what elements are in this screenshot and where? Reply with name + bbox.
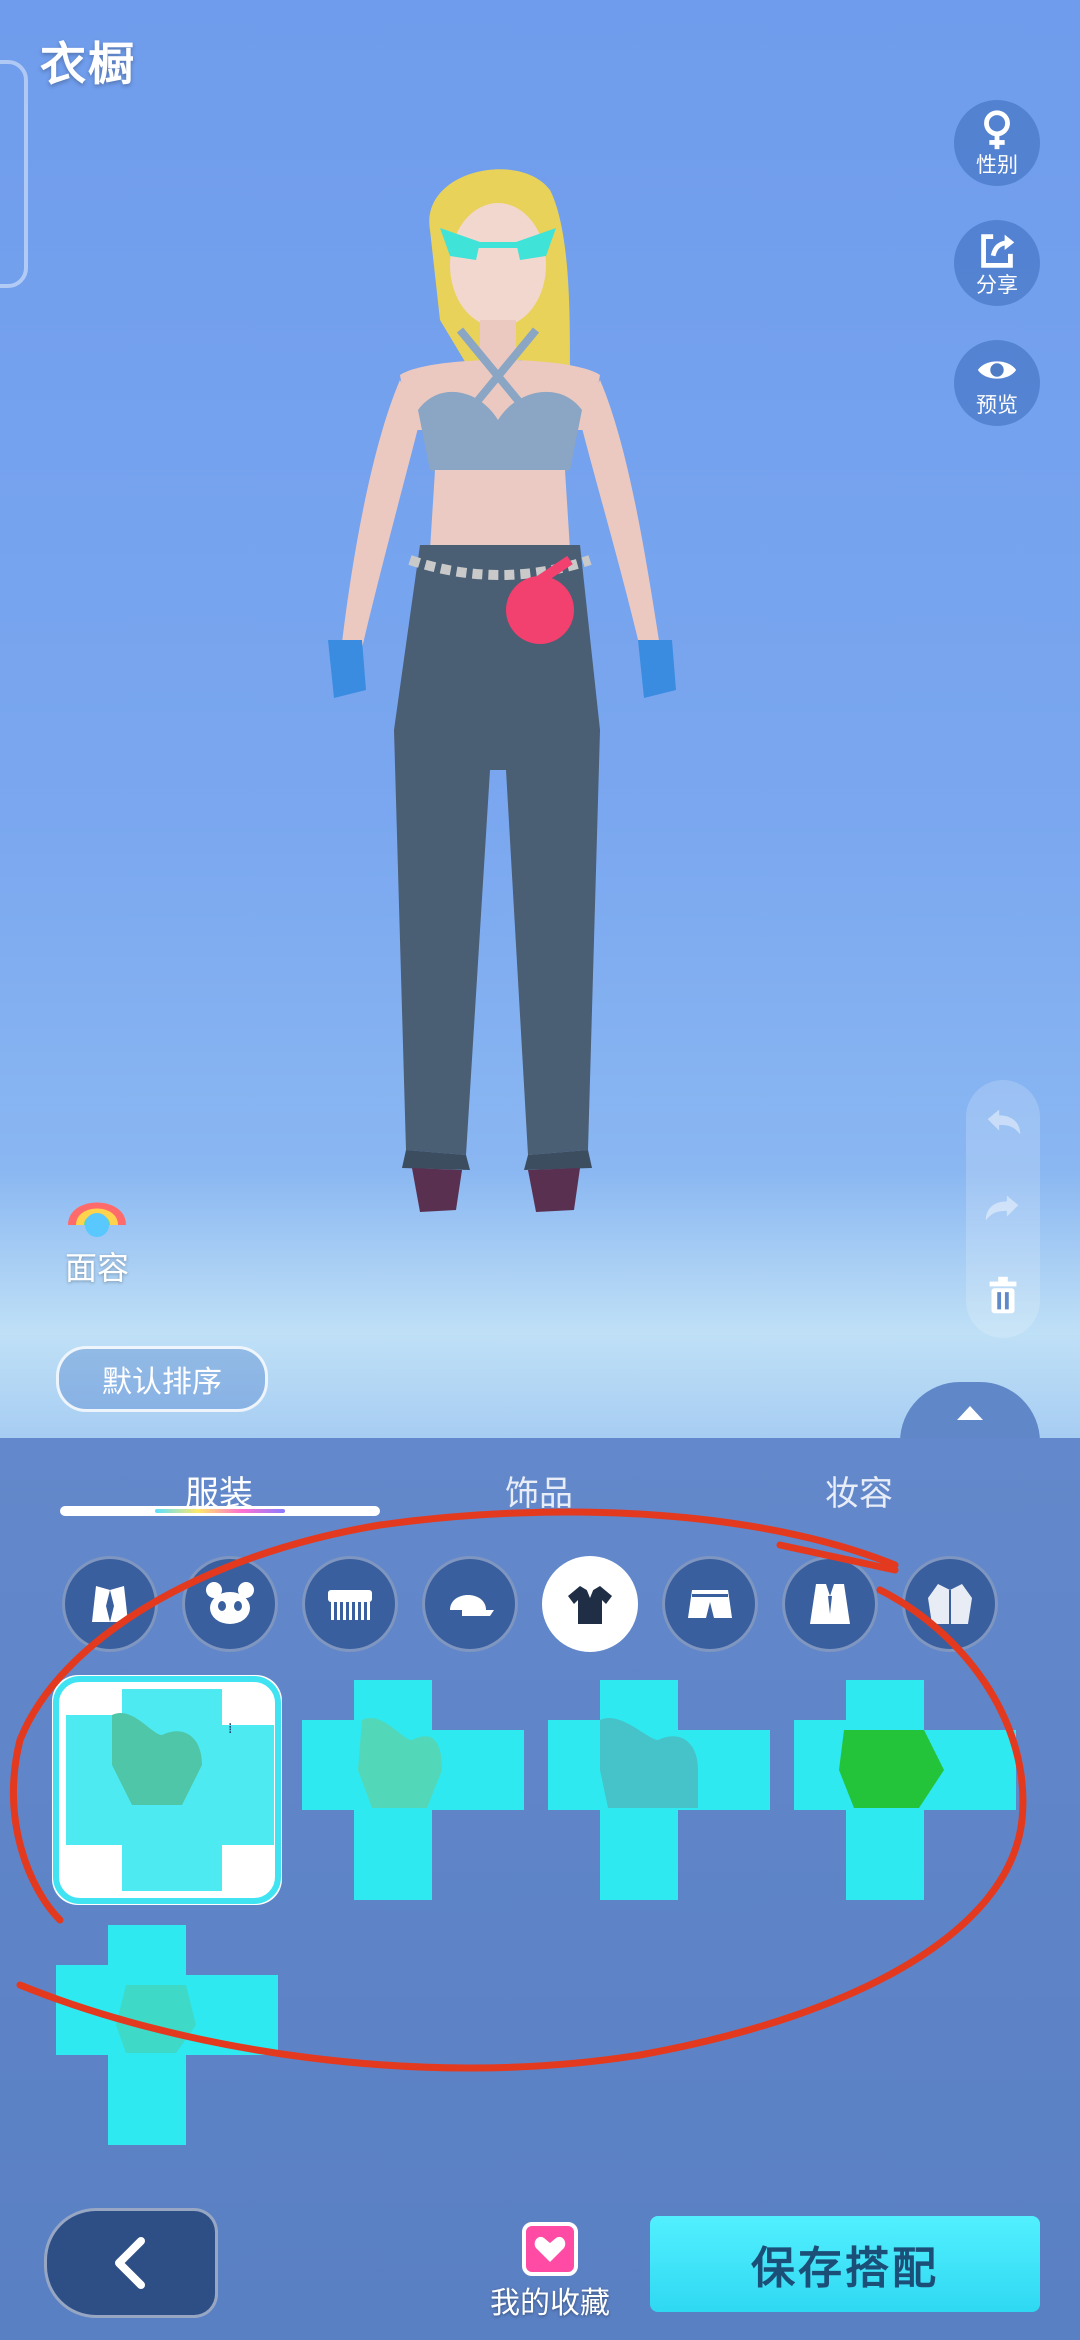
preview-button[interactable]: 预览 xyxy=(954,340,1040,426)
sort-button[interactable]: 默认排序 xyxy=(56,1346,268,1412)
item-thumbnail-placeholder: ⁞ xyxy=(53,1676,281,1904)
category-suit[interactable] xyxy=(62,1556,158,1652)
tab-accessories[interactable]: 饰品 xyxy=(505,1466,573,1515)
active-tab-indicator xyxy=(60,1506,380,1516)
category-bottoms[interactable] xyxy=(662,1556,758,1652)
undo-icon[interactable] xyxy=(980,1100,1026,1146)
save-outfit-button[interactable]: 保存搭配 xyxy=(650,2216,1040,2312)
suit-icon xyxy=(92,1586,128,1622)
face-label: 面容 xyxy=(64,1249,129,1287)
vest-icon xyxy=(810,1584,850,1624)
back-button[interactable] xyxy=(44,2208,218,2318)
face-button[interactable]: 面容 xyxy=(52,1185,142,1289)
heart-bookmark-icon xyxy=(522,2222,578,2276)
item-thumbnail-placeholder xyxy=(302,1680,524,1900)
shorts-icon xyxy=(688,1590,732,1618)
subcategory-bar xyxy=(62,1556,1022,1656)
share-icon xyxy=(981,234,1015,268)
rainbow-face-icon xyxy=(68,1202,126,1237)
collapse-panel-button[interactable] xyxy=(900,1382,1040,1442)
jacket-icon xyxy=(928,1584,972,1624)
category-tabs: 服装 饰品 妆容 xyxy=(0,1466,1080,1526)
share-button[interactable]: 分享 xyxy=(954,220,1040,306)
tab-makeup[interactable]: 妆容 xyxy=(825,1466,893,1515)
wardrobe-item-4[interactable] xyxy=(794,1680,1024,1910)
category-panda[interactable] xyxy=(182,1556,278,1652)
edge-handle[interactable] xyxy=(0,60,28,288)
item-thumbnail-placeholder xyxy=(794,1680,1016,1900)
edit-actions-panel xyxy=(966,1080,1040,1338)
category-outerwear[interactable] xyxy=(902,1556,998,1652)
share-label: 分享 xyxy=(976,273,1018,297)
panda-icon xyxy=(206,1582,254,1624)
eye-icon xyxy=(977,361,1017,379)
female-gender-icon xyxy=(984,110,1010,150)
wardrobe-item-5[interactable] xyxy=(56,1925,286,2155)
gender-label: 性别 xyxy=(976,153,1018,177)
page-title: 衣橱 xyxy=(40,37,136,91)
wardrobe-item-1[interactable]: ⁞ xyxy=(52,1675,282,1905)
preview-label: 预览 xyxy=(976,393,1018,417)
chevron-left-icon xyxy=(115,2237,145,2289)
redo-icon[interactable] xyxy=(980,1186,1026,1232)
item-thumbnail-placeholder xyxy=(56,1925,278,2145)
wardrobe-item-3[interactable] xyxy=(548,1680,778,1910)
favorites-button[interactable]: 我的收藏 xyxy=(485,2222,615,2322)
category-outfit[interactable] xyxy=(782,1556,878,1652)
chevron-up-icon xyxy=(957,1406,983,1420)
character-model[interactable] xyxy=(270,150,750,1350)
category-tops[interactable] xyxy=(542,1556,638,1652)
svg-text:⁞: ⁞ xyxy=(228,1721,232,1737)
item-thumbnail-placeholder xyxy=(548,1680,770,1900)
cap-icon xyxy=(450,1595,494,1616)
category-hat[interactable] xyxy=(422,1556,518,1652)
favorites-label: 我的收藏 xyxy=(490,2286,610,2321)
shirt-icon xyxy=(568,1586,612,1624)
category-hair[interactable] xyxy=(302,1556,398,1652)
trash-icon[interactable] xyxy=(980,1272,1026,1318)
gender-button[interactable]: 性别 xyxy=(954,100,1040,186)
wardrobe-item-2[interactable] xyxy=(302,1680,532,1910)
comb-icon xyxy=(328,1590,372,1620)
